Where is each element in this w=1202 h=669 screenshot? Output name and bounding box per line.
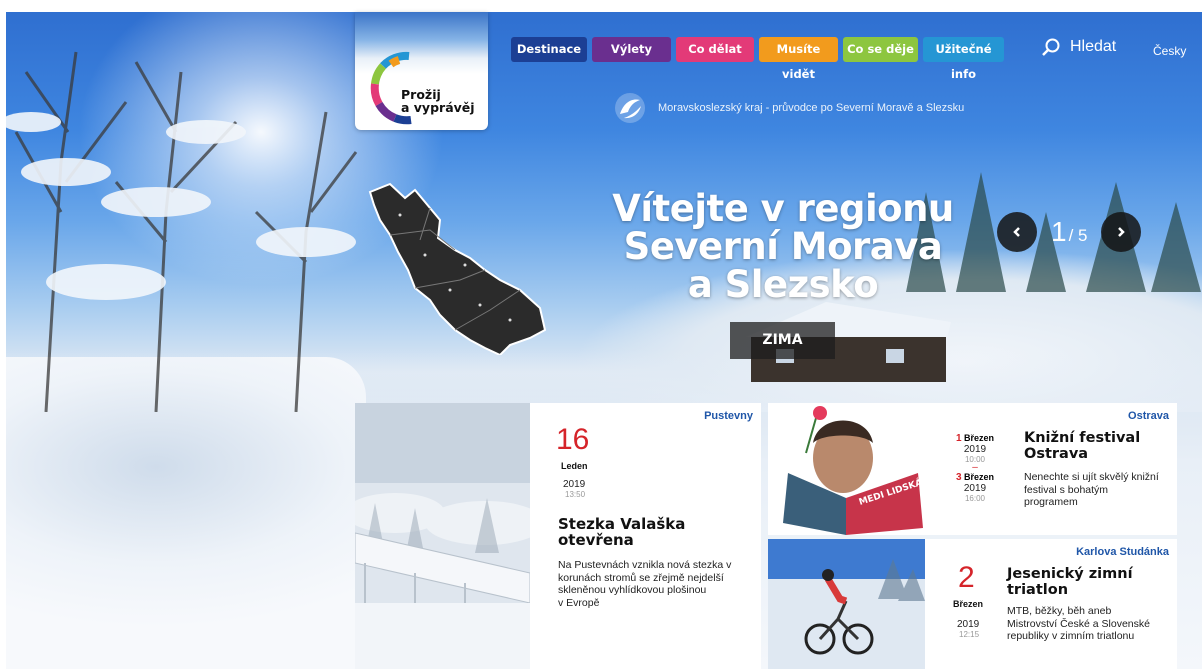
card-desc-line3: programem <box>1024 496 1078 508</box>
card-month: Březen <box>953 599 984 609</box>
card-time: 12:15 <box>959 630 980 639</box>
card-description: Na Pustevnách vznikla nová stezka v koru… <box>558 559 748 609</box>
snowy-trees-illustration <box>6 51 358 412</box>
hero-headline-line1: Vítejte v regionu <box>612 187 954 230</box>
event-card-ostrava[interactable]: MEDI LIDSKÁ FA Ostrava 1 Březen 2019 10:… <box>768 403 1177 535</box>
slider-counter: 1 / 5 <box>1051 216 1087 248</box>
hero-headline-line3: a Slezsko <box>687 263 879 306</box>
hero-headline: Vítejte v regionu Severní Morava a Slezs… <box>608 190 958 304</box>
slider-controls: 1 / 5 <box>997 212 1142 252</box>
logo-text-line2: a vyprávěj <box>401 100 475 115</box>
chevron-right-icon <box>1118 227 1126 237</box>
card-time: 13:50 <box>565 490 586 499</box>
card-year: 2019 <box>957 619 980 630</box>
event-card-pustevny[interactable]: Pustevny 16 Leden 2019 13:50 Stezka Vala… <box>355 403 761 669</box>
card-title-line1: Knižní festival <box>1024 430 1141 446</box>
region-emblem-icon <box>615 93 645 123</box>
card-day: 16 <box>556 423 590 456</box>
card-notch <box>925 458 935 478</box>
card-desc-line2: korunách stromů se zřejmě nejdelší <box>558 571 724 584</box>
nav-musite-videt[interactable]: Musíte vidět <box>759 37 838 81</box>
logo-text: Prožij a vyprávěj <box>401 88 475 114</box>
card-date: 2 Březen 2019 12:15 <box>953 561 984 640</box>
nav-destinace[interactable]: Destinace <box>511 37 587 62</box>
nav-uzitecne-info[interactable]: Užitečné info <box>923 37 1004 81</box>
card-date: 16 Leden 2019 13:50 <box>556 423 590 500</box>
language-switch[interactable]: Česky <box>1153 44 1186 58</box>
card-end-month: Březen <box>964 472 995 482</box>
season-button[interactable]: ZIMA <box>730 322 835 359</box>
search-label: Hledat <box>1070 38 1117 55</box>
date-range-dash: – <box>972 462 978 473</box>
card-end-day: 3 <box>955 472 962 483</box>
card-desc-line2: Mistrovství České a Slovenské <box>1007 617 1150 630</box>
card-start-year: 2019 <box>963 444 987 455</box>
card-title-line1: Stezka Valaška <box>558 515 686 533</box>
card-place: Karlova Studánka <box>1076 546 1169 558</box>
card-end-date: 3 Březen <box>955 472 995 483</box>
card-image-treetop-walk <box>355 403 530 669</box>
card-notch <box>530 433 540 453</box>
card-date-range: 1 Březen 2019 10:00 – 3 Březen 2019 16:0… <box>955 433 995 503</box>
card-notch <box>925 579 935 599</box>
card-place: Pustevny <box>704 410 753 422</box>
slider-next-button[interactable] <box>1101 212 1142 252</box>
card-desc-line1: Nenechte si ujít skvělý knižní <box>1024 471 1159 483</box>
chevron-left-icon <box>1013 227 1020 237</box>
card-title-line2: Ostrava <box>1024 446 1089 462</box>
card-description: Nenechte si ujít skvělý knižní festival … <box>1024 471 1174 509</box>
card-description: MTB, běžky, běh aneb Mistrovství České a… <box>1007 605 1172 643</box>
card-desc-line2: festival s bohatým <box>1024 483 1109 496</box>
tagline: Moravskoslezský kraj - průvodce po Sever… <box>614 92 964 124</box>
card-image-book-reader: MEDI LIDSKÁ FA <box>768 403 925 535</box>
nav-co-se-deje[interactable]: Co se děje <box>843 37 918 62</box>
search-link[interactable]: Hledat <box>1042 38 1116 56</box>
card-day: 2 <box>958 561 975 594</box>
card-desc-line3: republiky v zimním triatlonu <box>1007 630 1135 642</box>
card-desc-line1: Na Pustevnách vznikla nová stezka v <box>558 559 732 571</box>
card-title-line2: triatlon <box>1007 582 1069 598</box>
card-year: 2019 <box>563 479 586 490</box>
card-title-line1: Jesenický zimní <box>1007 566 1133 582</box>
card-desc-line3: skleněnou vyhlídkovou plošinou <box>558 584 707 596</box>
slider-prev-button[interactable] <box>997 212 1037 252</box>
site-logo[interactable]: Prožij a vyprávěj <box>355 12 488 130</box>
card-month: Leden <box>561 461 588 471</box>
card-start-day: 1 <box>955 433 962 444</box>
card-end-time: 16:00 <box>964 494 986 503</box>
card-end-year: 2019 <box>963 483 987 494</box>
tagline-text: Moravskoslezský kraj - průvodce po Sever… <box>658 102 965 114</box>
card-start-date: 1 Březen <box>955 433 995 444</box>
card-desc-line1: MTB, běžky, běh aneb <box>1007 605 1112 617</box>
card-place: Ostrava <box>1128 410 1169 422</box>
card-desc-line4: v Evropě <box>558 596 600 609</box>
card-image-mtb-rider <box>768 539 925 669</box>
nav-co-delat[interactable]: Co dělat <box>676 37 754 62</box>
nav-vylety[interactable]: Výlety <box>592 37 671 62</box>
slider-current: 1 <box>1051 216 1067 247</box>
main-nav: Destinace Výlety Co dělat Musíte vidět C… <box>511 37 1009 81</box>
card-start-month: Březen <box>964 433 995 443</box>
event-card-karlova-studanka[interactable]: Karlova Studánka 2 Březen 2019 12:15 Jes… <box>768 539 1177 669</box>
region-map-icon[interactable] <box>360 180 550 355</box>
search-icon <box>1042 38 1060 56</box>
card-title: Knižní festival Ostrava <box>1024 430 1140 462</box>
card-title-line2: otevřena <box>558 531 634 549</box>
hero-headline-line2: Severní Morava <box>623 225 943 268</box>
card-title: Jesenický zimní triatlon <box>1007 566 1133 598</box>
card-title: Stezka Valaška otevřena <box>558 516 685 548</box>
slider-total: / 5 <box>1068 226 1088 245</box>
